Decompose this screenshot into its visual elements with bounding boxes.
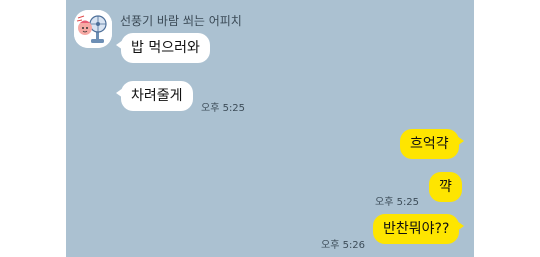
message-timestamp: 오후 5:25 bbox=[375, 197, 420, 208]
fan-icon bbox=[74, 10, 112, 48]
outgoing-message-bubble[interactable]: 흐억갹 bbox=[400, 129, 464, 159]
incoming-message-bubble[interactable]: 차려줄게 bbox=[116, 81, 193, 111]
fan-character-avatar[interactable] bbox=[74, 10, 112, 48]
chat-area[interactable]: 선풍기 바람 쐬는 어피치 밥 먹으러와 차려줄게 오후 5:25 흐억갹 꺅 … bbox=[66, 0, 474, 257]
message-timestamp: 오후 5:25 bbox=[201, 103, 246, 114]
outgoing-message-bubble[interactable]: 꺅 bbox=[429, 172, 462, 202]
sender-name: 선풍기 바람 쐬는 어피치 bbox=[120, 14, 242, 28]
incoming-message-bubble[interactable]: 밥 먹으러와 bbox=[116, 33, 210, 63]
message-timestamp: 오후 5:26 bbox=[321, 240, 366, 251]
outgoing-message-bubble[interactable]: 반찬뭐야?? bbox=[373, 214, 465, 244]
